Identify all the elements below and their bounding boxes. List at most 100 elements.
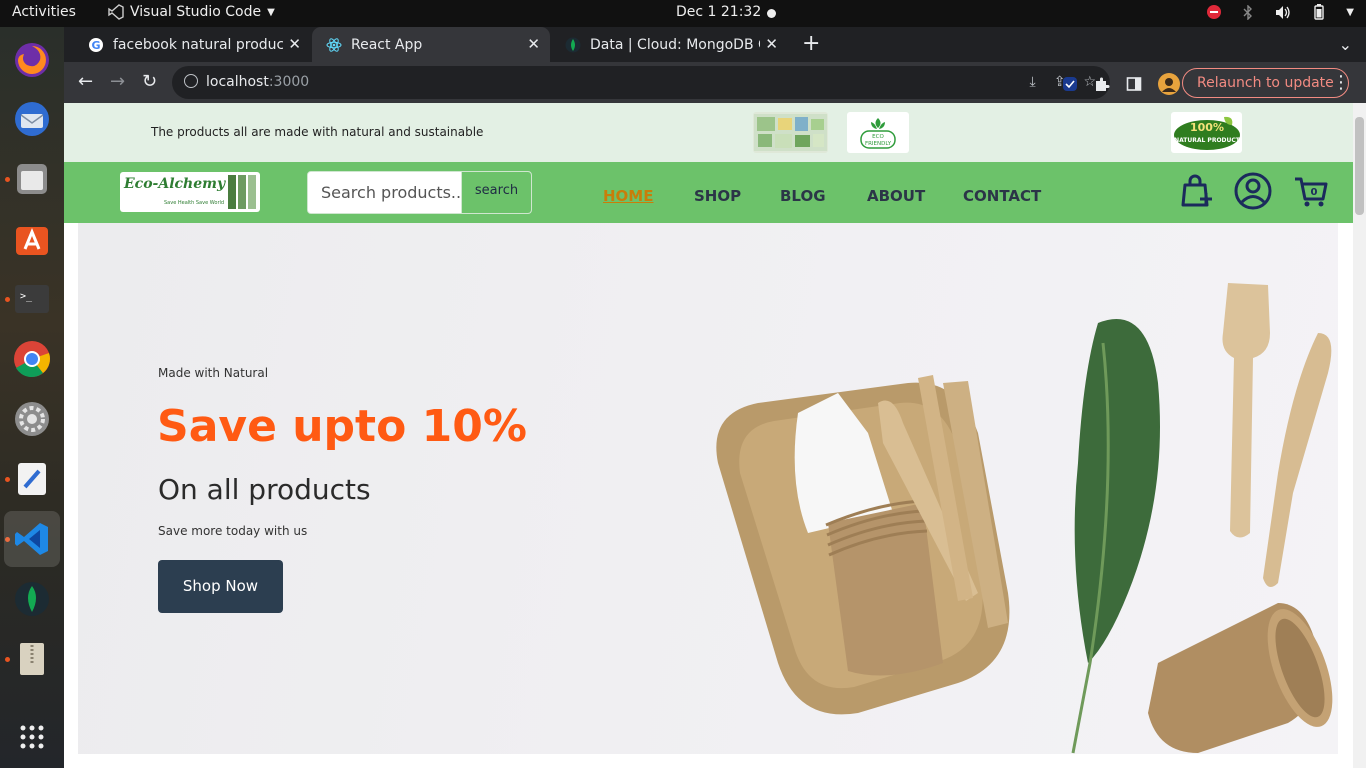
new-tab-icon[interactable]: + xyxy=(802,31,820,56)
hero-eyebrow: Made with Natural xyxy=(158,366,269,380)
tab-facebook-search[interactable]: G facebook natural produc ✕ xyxy=(74,27,311,62)
eco-friendly-badge: ECO FRIENDLY xyxy=(847,112,909,153)
hero-small-text: Save more today with us xyxy=(158,524,308,538)
search-input[interactable] xyxy=(308,172,461,213)
files-icon[interactable] xyxy=(12,159,52,199)
hero-headline: Save upto 10% xyxy=(157,401,527,452)
running-indicator xyxy=(5,657,10,662)
tab-mongodb[interactable]: Data | Cloud: MongoDB C ✕ xyxy=(551,27,788,62)
activities-button[interactable]: Activities xyxy=(12,4,76,20)
show-apps-icon[interactable] xyxy=(12,717,52,757)
url-host: localhost xyxy=(206,74,269,90)
tab-search-chevron-icon[interactable]: ⌄ xyxy=(1339,35,1352,54)
app-name-label: Visual Studio Code xyxy=(130,4,262,20)
web-page: The products all are made with natural a… xyxy=(64,103,1353,768)
promo-text: The products all are made with natural a… xyxy=(151,125,484,139)
vscode-dock-icon[interactable] xyxy=(4,511,60,567)
cart-icon[interactable]: 0 xyxy=(1293,171,1329,211)
site-info-icon[interactable] xyxy=(184,74,198,88)
chevron-down-icon: ▼ xyxy=(1346,6,1354,18)
badge-natural-text: NATURAL PRODUCT xyxy=(1174,137,1241,144)
dock: >_ xyxy=(0,27,64,768)
nav-contact[interactable]: CONTACT xyxy=(963,187,1041,205)
archive-manager-icon[interactable] xyxy=(12,639,52,679)
hero-subheadline: On all products xyxy=(158,473,371,506)
app-menu[interactable]: Visual Studio Code ▼ xyxy=(108,4,275,20)
svg-text:FRIENDLY: FRIENDLY xyxy=(865,141,892,147)
site-logo[interactable]: Eco-Alchemy Save Health Save World xyxy=(120,172,260,212)
cart-count: 0 xyxy=(1311,187,1318,198)
clock[interactable]: Dec 1 21:32 xyxy=(676,4,761,20)
running-indicator xyxy=(5,477,10,482)
svg-text:G: G xyxy=(92,39,101,52)
tab-title: React App xyxy=(351,36,423,53)
hero-banner: Made with Natural Save upto 10% On all p… xyxy=(78,223,1338,754)
mongodb-compass-icon[interactable] xyxy=(12,579,52,619)
browser-toolbar: ← → ↻ localhost:3000 ⤓ ⇪ ☆ Relaunch to u… xyxy=(64,62,1366,103)
volume-icon xyxy=(1276,5,1290,19)
product-search: search xyxy=(307,171,532,214)
running-indicator xyxy=(5,297,10,302)
shop-now-button[interactable]: Shop Now xyxy=(158,560,283,613)
text-editor-icon[interactable] xyxy=(12,459,52,499)
extension-check-icon[interactable] xyxy=(1062,76,1078,92)
chrome-menu-icon[interactable]: ⋮ xyxy=(1332,72,1350,93)
tab-strip: G facebook natural produc ✕ React App ✕ … xyxy=(64,27,1366,62)
mongodb-icon xyxy=(565,37,581,52)
do-not-disturb-icon xyxy=(1207,5,1222,19)
nav-home[interactable]: HOME xyxy=(603,187,653,205)
google-icon: G xyxy=(89,37,103,52)
collage-badge-image xyxy=(753,112,828,153)
chevron-down-icon: ▼ xyxy=(267,6,275,18)
address-bar[interactable]: localhost:3000 ⤓ ⇪ ☆ xyxy=(172,66,1110,99)
nav-shop[interactable]: SHOP xyxy=(694,187,741,205)
reload-icon[interactable]: ↻ xyxy=(142,71,157,92)
thunderbird-icon[interactable] xyxy=(12,99,52,139)
tab-react-app[interactable]: React App ✕ xyxy=(312,27,550,62)
settings-icon[interactable] xyxy=(12,399,52,439)
search-button[interactable]: search xyxy=(461,172,531,213)
nav-about[interactable]: ABOUT xyxy=(867,187,925,205)
url-port: :3000 xyxy=(268,74,310,90)
natural-product-badge: 100% NATURAL PRODUCT xyxy=(1171,112,1242,153)
forward-arrow-icon[interactable]: → xyxy=(110,71,125,92)
close-tab-icon[interactable]: ✕ xyxy=(288,35,301,53)
badge-percent-text: 100% xyxy=(1190,121,1224,134)
system-top-bar: Activities Visual Studio Code ▼ Dec 1 21… xyxy=(0,0,1366,27)
running-indicator xyxy=(5,177,10,182)
promo-bar: The products all are made with natural a… xyxy=(64,103,1353,162)
url-text: localhost:3000 xyxy=(206,74,309,90)
side-panel-icon[interactable] xyxy=(1126,76,1142,92)
nav-blog[interactable]: BLOG xyxy=(780,187,826,205)
eco-cutlery-image xyxy=(716,283,1333,754)
logo-name: Eco-Alchemy xyxy=(124,176,226,192)
battery-icon xyxy=(1314,4,1324,20)
firefox-icon[interactable] xyxy=(12,39,52,79)
bluetooth-icon xyxy=(1243,4,1253,20)
page-scrollbar[interactable] xyxy=(1353,103,1366,768)
site-navbar: Eco-Alchemy Save Health Save World searc… xyxy=(64,162,1353,223)
system-tray[interactable]: ▼ xyxy=(1207,4,1354,20)
scrollbar-thumb[interactable] xyxy=(1355,117,1364,215)
add-to-bag-icon[interactable] xyxy=(1179,171,1215,211)
user-account-icon[interactable] xyxy=(1233,171,1273,211)
react-icon xyxy=(326,37,342,52)
close-tab-icon[interactable]: ✕ xyxy=(527,35,540,53)
logo-bars-icon xyxy=(228,175,256,209)
notification-dot-icon xyxy=(767,9,776,18)
terminal-icon[interactable]: >_ xyxy=(12,279,52,319)
tab-title: facebook natural produc xyxy=(113,36,283,53)
software-center-icon[interactable] xyxy=(12,219,52,259)
extensions-puzzle-icon[interactable] xyxy=(1094,76,1110,92)
logo-tagline: Save Health Save World xyxy=(164,200,225,206)
install-app-icon[interactable]: ⤓ xyxy=(1030,74,1036,90)
profile-avatar-icon[interactable] xyxy=(1158,73,1180,95)
chrome-icon[interactable] xyxy=(12,339,52,379)
vscode-icon xyxy=(108,4,124,20)
relaunch-to-update-button[interactable]: Relaunch to update xyxy=(1182,68,1349,98)
back-arrow-icon[interactable]: ← xyxy=(78,71,93,92)
close-tab-icon[interactable]: ✕ xyxy=(765,35,778,53)
svg-text:>_: >_ xyxy=(20,291,33,302)
svg-text:ECO: ECO xyxy=(872,134,884,140)
tab-title: Data | Cloud: MongoDB C xyxy=(590,36,760,53)
